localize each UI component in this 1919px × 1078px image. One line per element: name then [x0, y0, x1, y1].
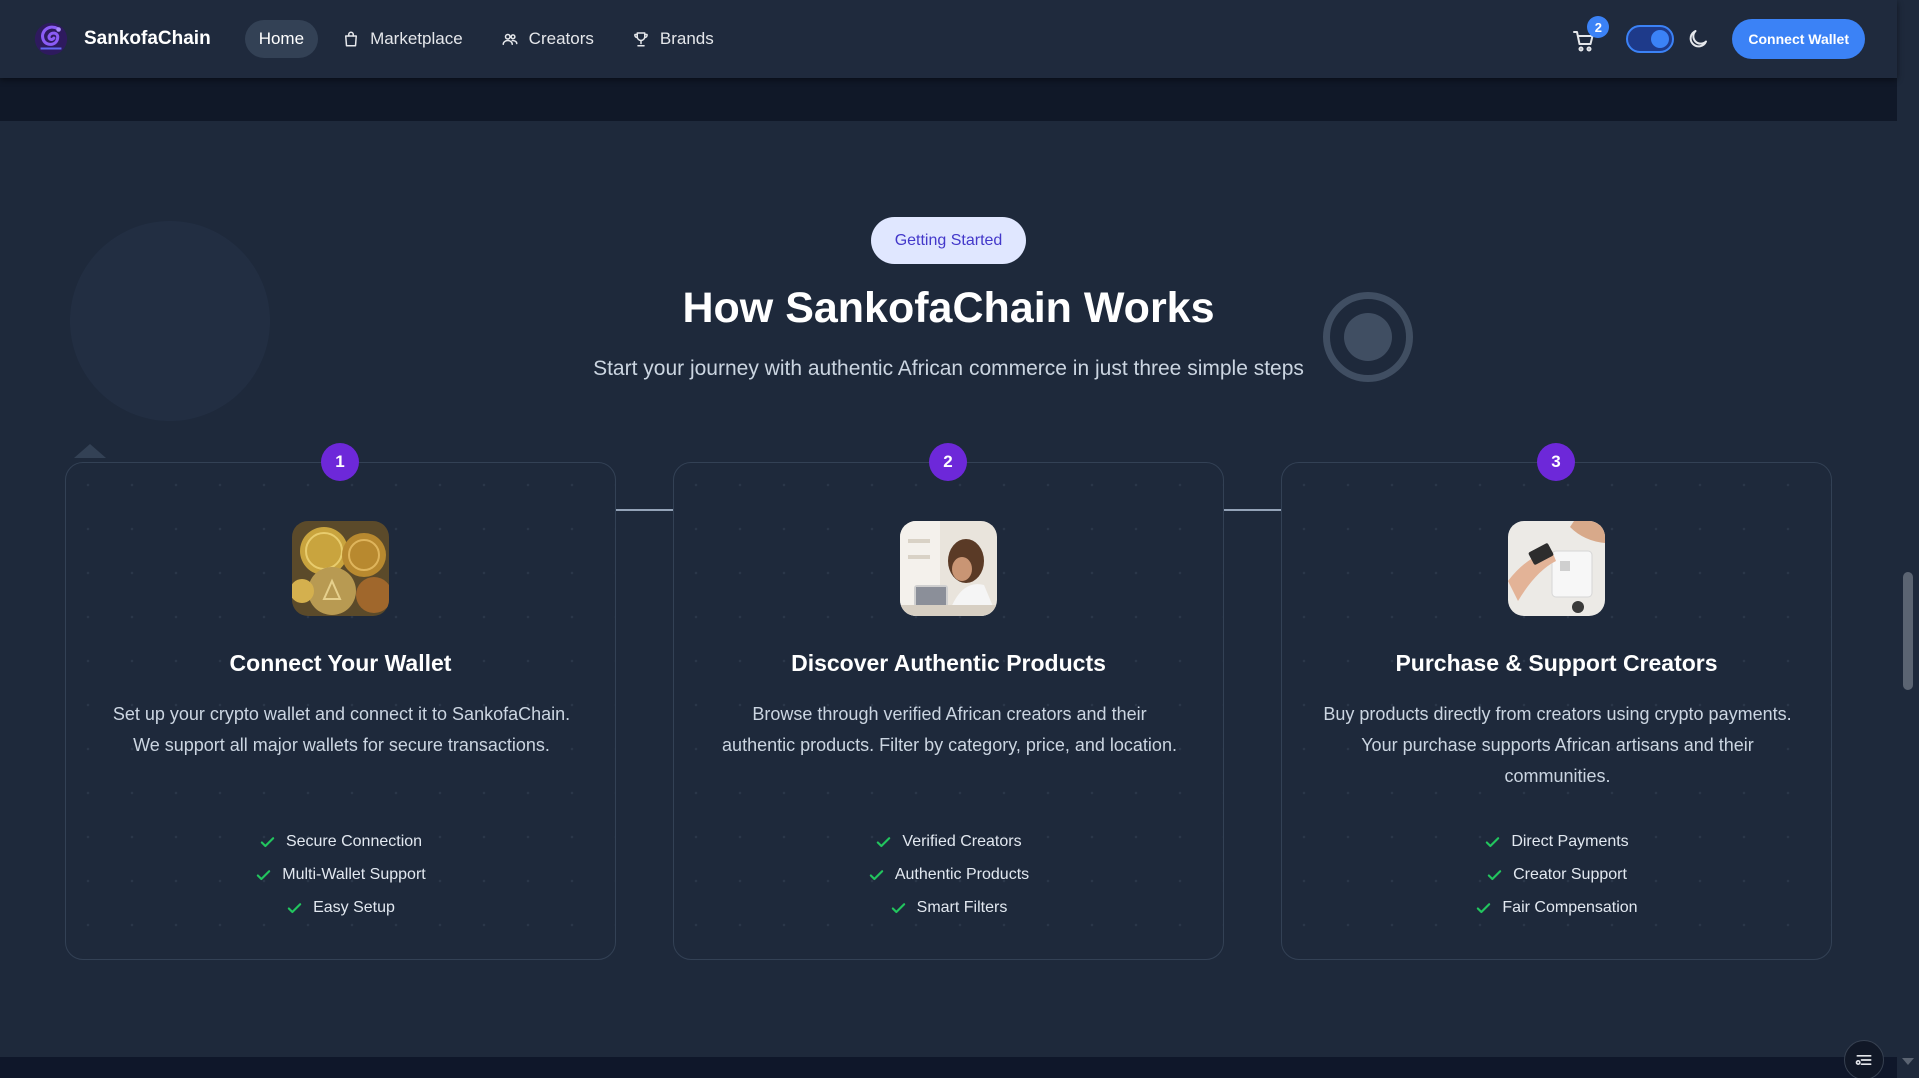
brand[interactable]: SankofaChain	[32, 20, 211, 58]
feature-list: Secure Connection Multi-Wallet Support E…	[66, 831, 615, 919]
step-card-discover-products: Discover Authentic Products Browse throu…	[673, 462, 1224, 960]
scroll-down-arrow[interactable]	[1902, 1058, 1914, 1065]
step-number-badge: 2	[929, 443, 967, 481]
step-number-badge: 1	[321, 443, 359, 481]
check-icon	[287, 902, 302, 913]
step-title: Discover Authentic Products	[791, 650, 1106, 676]
gold-coins-image	[292, 521, 389, 616]
nav-creators[interactable]: Creators	[487, 20, 608, 58]
logo-icon	[34, 22, 68, 56]
feature-item: Smart Filters	[890, 897, 1008, 919]
how-it-works-section: Getting Started How SankofaChain Works S…	[0, 121, 1897, 1057]
theme-toggle[interactable]	[1626, 25, 1675, 53]
feature-label: Fair Compensation	[1502, 899, 1638, 916]
nav-marketplace-label: Marketplace	[370, 29, 463, 48]
feature-label: Authentic Products	[894, 866, 1030, 883]
cart-count-badge: 2	[1587, 16, 1610, 38]
nav-home[interactable]: Home	[244, 20, 319, 58]
check-icon	[1477, 902, 1491, 913]
step-card-connect-wallet: Connect Your Wallet Set up your crypto w…	[65, 462, 616, 960]
woman-browsing-image	[900, 521, 997, 616]
check-icon	[257, 869, 271, 880]
decorative-triangle	[74, 444, 106, 458]
nav-actions: 2 Connect Wallet	[1570, 16, 1865, 59]
feature-label: Easy Setup	[313, 899, 395, 916]
feature-item: Fair Compensation	[1475, 897, 1638, 919]
feature-label: Multi-Wallet Support	[282, 866, 426, 883]
feature-label: Verified Creators	[902, 833, 1022, 850]
feature-item: Verified Creators	[875, 831, 1022, 853]
menu-lines-icon	[1855, 1055, 1872, 1065]
step-connector	[1224, 509, 1281, 511]
feature-item: Creator Support	[1486, 864, 1627, 886]
step-description: Set up your crypto wallet and connect it…	[112, 704, 571, 755]
nav-marketplace[interactable]: Marketplace	[328, 20, 477, 58]
check-icon	[869, 869, 884, 880]
check-icon	[1487, 869, 1502, 880]
check-icon	[891, 902, 905, 913]
feature-item: Secure Connection	[259, 831, 422, 853]
step-number-badge: 3	[1537, 443, 1575, 481]
feature-item: Easy Setup	[286, 897, 395, 919]
floating-menu-button[interactable]	[1844, 1040, 1884, 1078]
nav-home-label: Home	[258, 29, 305, 48]
check-icon	[260, 836, 275, 847]
feature-item: Multi-Wallet Support	[255, 864, 426, 886]
brand-name: SankofaChain	[84, 28, 211, 49]
nav-creators-label: Creators	[528, 29, 594, 48]
connect-wallet-button[interactable]: Connect Wallet	[1732, 19, 1865, 59]
toggle-knob	[1651, 30, 1670, 48]
nav-brands-label: Brands	[659, 29, 714, 48]
hero-bottom-strip	[0, 78, 1897, 121]
feature-item: Direct Payments	[1484, 831, 1629, 853]
section-title: How SankofaChain Works	[682, 284, 1215, 332]
feature-label: Smart Filters	[916, 899, 1008, 916]
trophy-icon	[634, 32, 648, 47]
next-section-edge	[0, 1057, 1897, 1078]
page-scrollbar[interactable]	[1897, 0, 1919, 1078]
feature-item: Authentic Products	[868, 864, 1029, 886]
main-nav: Home Marketplace Creators Brands	[244, 20, 728, 58]
check-icon	[1486, 836, 1500, 847]
feature-label: Secure Connection	[285, 833, 423, 850]
section-subtitle: Start your journey with authentic Africa…	[593, 357, 1304, 380]
navbar: SankofaChain Home Marketplace Creators B…	[0, 0, 1897, 78]
scrollbar-thumb[interactable]	[1903, 572, 1913, 690]
check-icon	[877, 836, 891, 847]
step-description: Browse through verified African creators…	[722, 704, 1177, 755]
feature-list: Verified Creators Authentic Products Sma…	[674, 831, 1223, 919]
feature-label: Direct Payments	[1511, 833, 1629, 850]
moon-icon[interactable]	[1686, 27, 1710, 51]
cart-button[interactable]: 2	[1570, 16, 1610, 54]
step-title: Connect Your Wallet	[229, 650, 452, 676]
nav-brands[interactable]: Brands	[618, 20, 728, 58]
users-icon	[502, 33, 518, 45]
step-connector	[616, 509, 673, 511]
shopping-bag-icon	[345, 31, 358, 47]
step-title: Purchase & Support Creators	[1395, 650, 1718, 676]
step-card-purchase-support: Purchase & Support Creators Buy products…	[1281, 462, 1832, 960]
feature-list: Direct Payments Creator Support Fair Com…	[1282, 831, 1831, 919]
feature-label: Creator Support	[1513, 866, 1627, 883]
card-payment-image	[1508, 521, 1605, 616]
getting-started-badge: Getting Started	[871, 217, 1026, 264]
step-description: Buy products directly from creators usin…	[1323, 704, 1792, 786]
